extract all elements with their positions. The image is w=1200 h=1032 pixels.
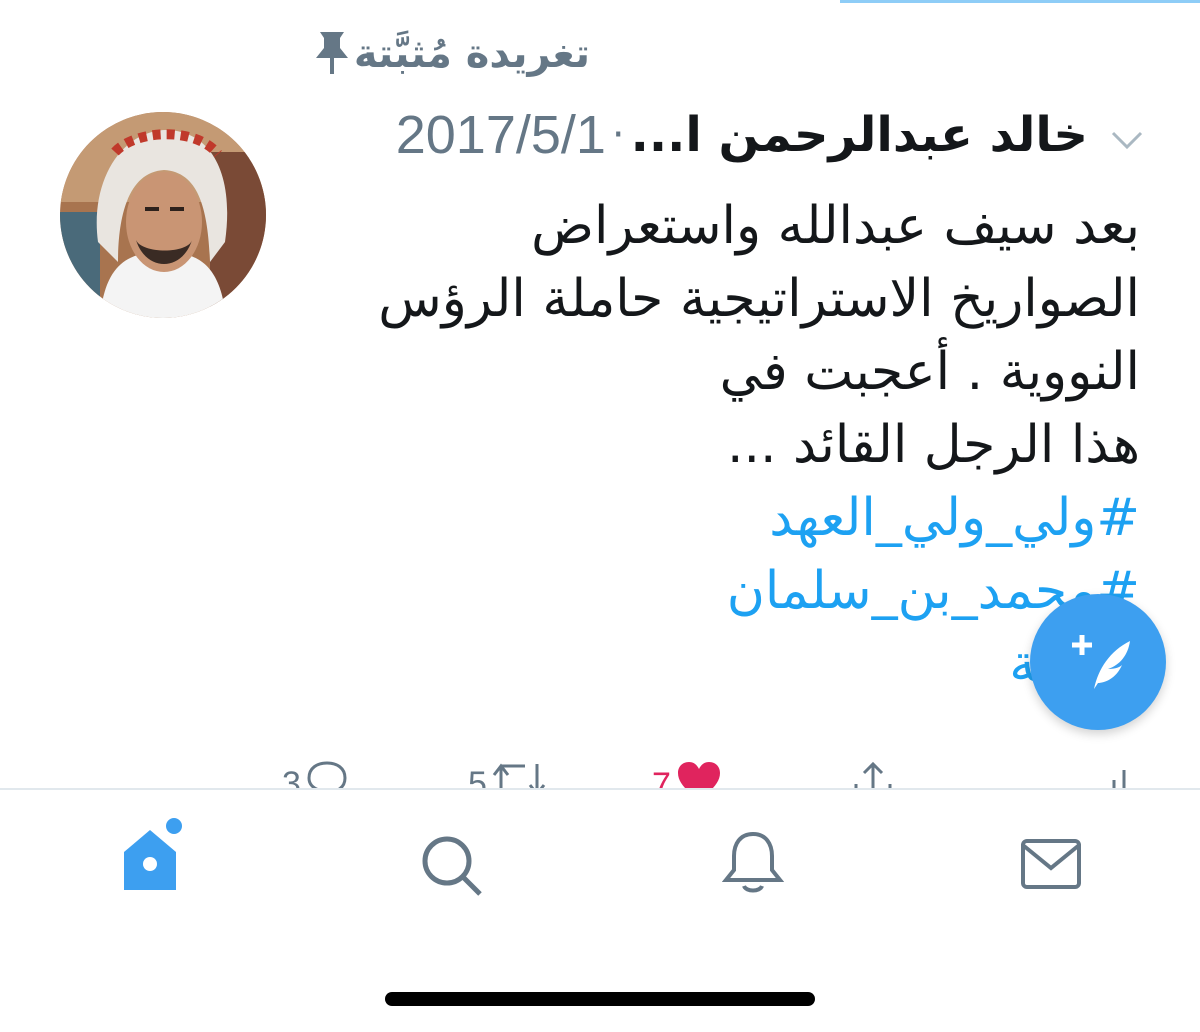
bell-icon [721,831,785,898]
envelope-icon [1020,839,1082,894]
tab-messages[interactable] [1020,838,1082,894]
tweet-text-line: هذا الرجل القائد ... [726,415,1140,475]
hashtag-link[interactable]: #محمد_بن_سلمان [300,555,1140,628]
tweet-actions: 3 5 7 [0,752,1200,792]
search-icon [420,836,484,902]
chevron-down-icon[interactable] [1110,128,1144,156]
compose-tweet-icon [1058,625,1138,699]
header-separator: · [611,112,625,158]
compose-tweet-button[interactable] [1030,594,1166,730]
hashtag-link[interactable]: #سنة [300,628,1140,701]
tab-search[interactable] [420,834,484,902]
tweet-text-line: بعد سيف عبدالله واستعراض [531,196,1140,256]
pin-icon [310,28,354,80]
tweet-text-line: الصواريخ الاستراتيجية حاملة الرؤس [378,269,1140,329]
home-indicator[interactable] [385,992,815,1006]
tweet-header: خالد عبدالرحمن ا... · 2017/5/1 [396,104,1088,166]
tab-notifications[interactable] [721,830,785,898]
tweet-date[interactable]: 2017/5/1 [396,104,606,166]
tab-home[interactable] [118,818,190,898]
tweet-text: بعد سيف عبدالله واستعراض الصواريخ الاستر… [300,190,1140,701]
hashtag-link[interactable]: #ولي_ولي_العهد [300,482,1140,555]
author-avatar[interactable] [60,112,266,318]
pinned-label: تغريدة مُثبَّتة [353,31,590,77]
tweet-text-line: النووية . أعجبت في [719,342,1140,402]
home-icon [118,818,190,898]
pinned-tweet-header: تغريدة مُثبَّتة [288,28,590,80]
top-progress-accent [840,0,1200,3]
author-name[interactable]: خالد عبدالرحمن ا... [631,107,1088,163]
